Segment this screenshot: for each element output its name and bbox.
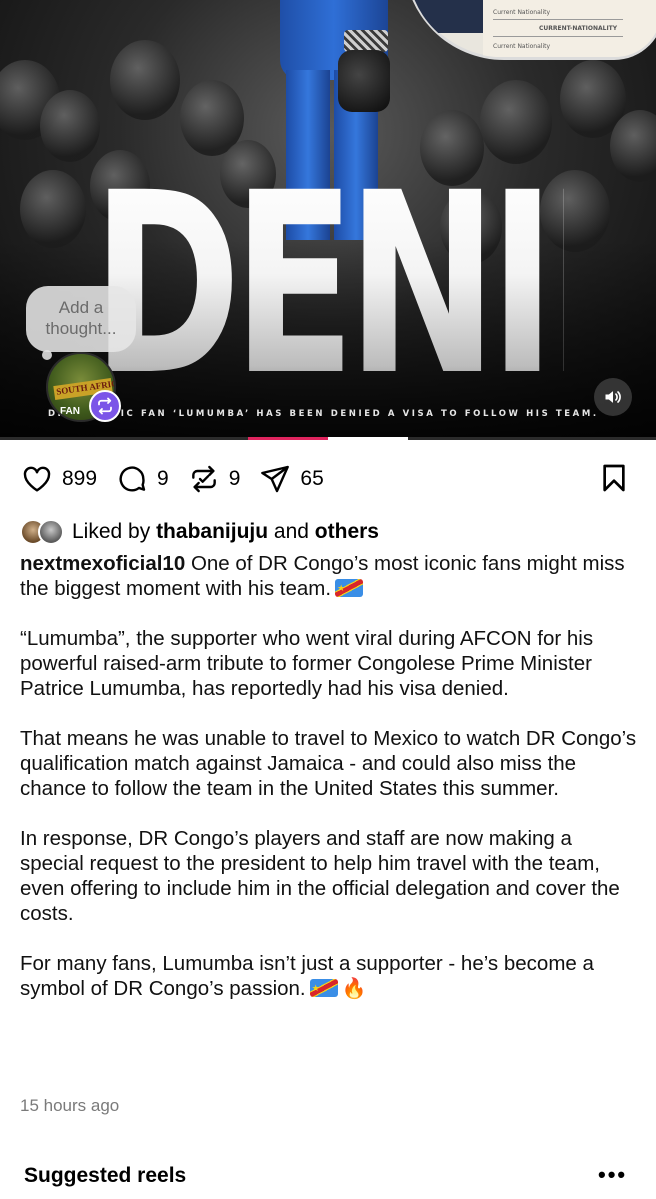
- fire-icon: 🔥: [341, 978, 367, 1000]
- liked-by-prefix: Liked by: [72, 520, 151, 543]
- bookmark-icon: [603, 464, 625, 492]
- post-paragraph-4: For many fans, Lumumba isn’t just a supp…: [20, 952, 594, 1000]
- heart-icon: [23, 466, 51, 492]
- drc-flag-icon: [335, 576, 364, 601]
- liked-by-and: and: [273, 520, 309, 543]
- carousel-progress: [0, 437, 656, 440]
- media-caption: DR S ICONIC FAN ‘LUMUMBA’ HAS BEEN DENIE…: [48, 409, 599, 419]
- progress-active-segment: [248, 437, 328, 440]
- repost-button[interactable]: 9: [187, 463, 241, 495]
- comment-button[interactable]: 9: [115, 463, 169, 495]
- post-paragraph-1: “Lumumba”, the supporter who went viral …: [20, 627, 594, 700]
- save-button[interactable]: [598, 460, 630, 501]
- post-caption: nextmexoficial10 One of DR Congo’s most …: [20, 551, 640, 1002]
- add-thought-bubble[interactable]: Add a thought...: [26, 286, 136, 352]
- liked-by-user[interactable]: thabanijuju: [156, 520, 268, 543]
- post-username[interactable]: nextmexoficial10: [20, 552, 185, 575]
- repost-icon: [191, 465, 216, 493]
- drc-flag-icon: [309, 976, 338, 1001]
- liker-avatar: [38, 519, 64, 545]
- speaker-icon[interactable]: [594, 378, 632, 416]
- repost-badge-icon[interactable]: [89, 390, 121, 422]
- comment-icon: [119, 466, 146, 492]
- repost-count: 9: [228, 467, 241, 490]
- liked-by-others[interactable]: others: [315, 520, 379, 543]
- progress-next-segment: [328, 437, 408, 440]
- comment-count: 9: [157, 467, 169, 490]
- share-button[interactable]: 65: [258, 463, 324, 495]
- more-options-icon[interactable]: •••: [598, 1162, 627, 1188]
- send-icon: [261, 465, 290, 493]
- like-button[interactable]: 899: [20, 463, 97, 495]
- liked-by-row[interactable]: Liked by thabanijuju and others: [20, 518, 379, 546]
- post-media[interactable]: Current Nationality CURRENT-NATIONALITY …: [0, 0, 656, 440]
- post-paragraph-3: In response, DR Congo’s players and staf…: [20, 827, 620, 925]
- like-count: 899: [62, 467, 98, 490]
- thought-bubble-tail: [42, 350, 52, 360]
- post-paragraph-2: That means he was unable to travel to Me…: [20, 727, 637, 800]
- share-count: 65: [300, 467, 324, 490]
- action-bar: 899 9 9 65: [20, 458, 342, 500]
- suggested-reels-title: Suggested reels: [24, 1164, 187, 1187]
- headline-text: DENIED: [92, 160, 656, 410]
- post-timestamp: 15 hours ago: [20, 1096, 120, 1115]
